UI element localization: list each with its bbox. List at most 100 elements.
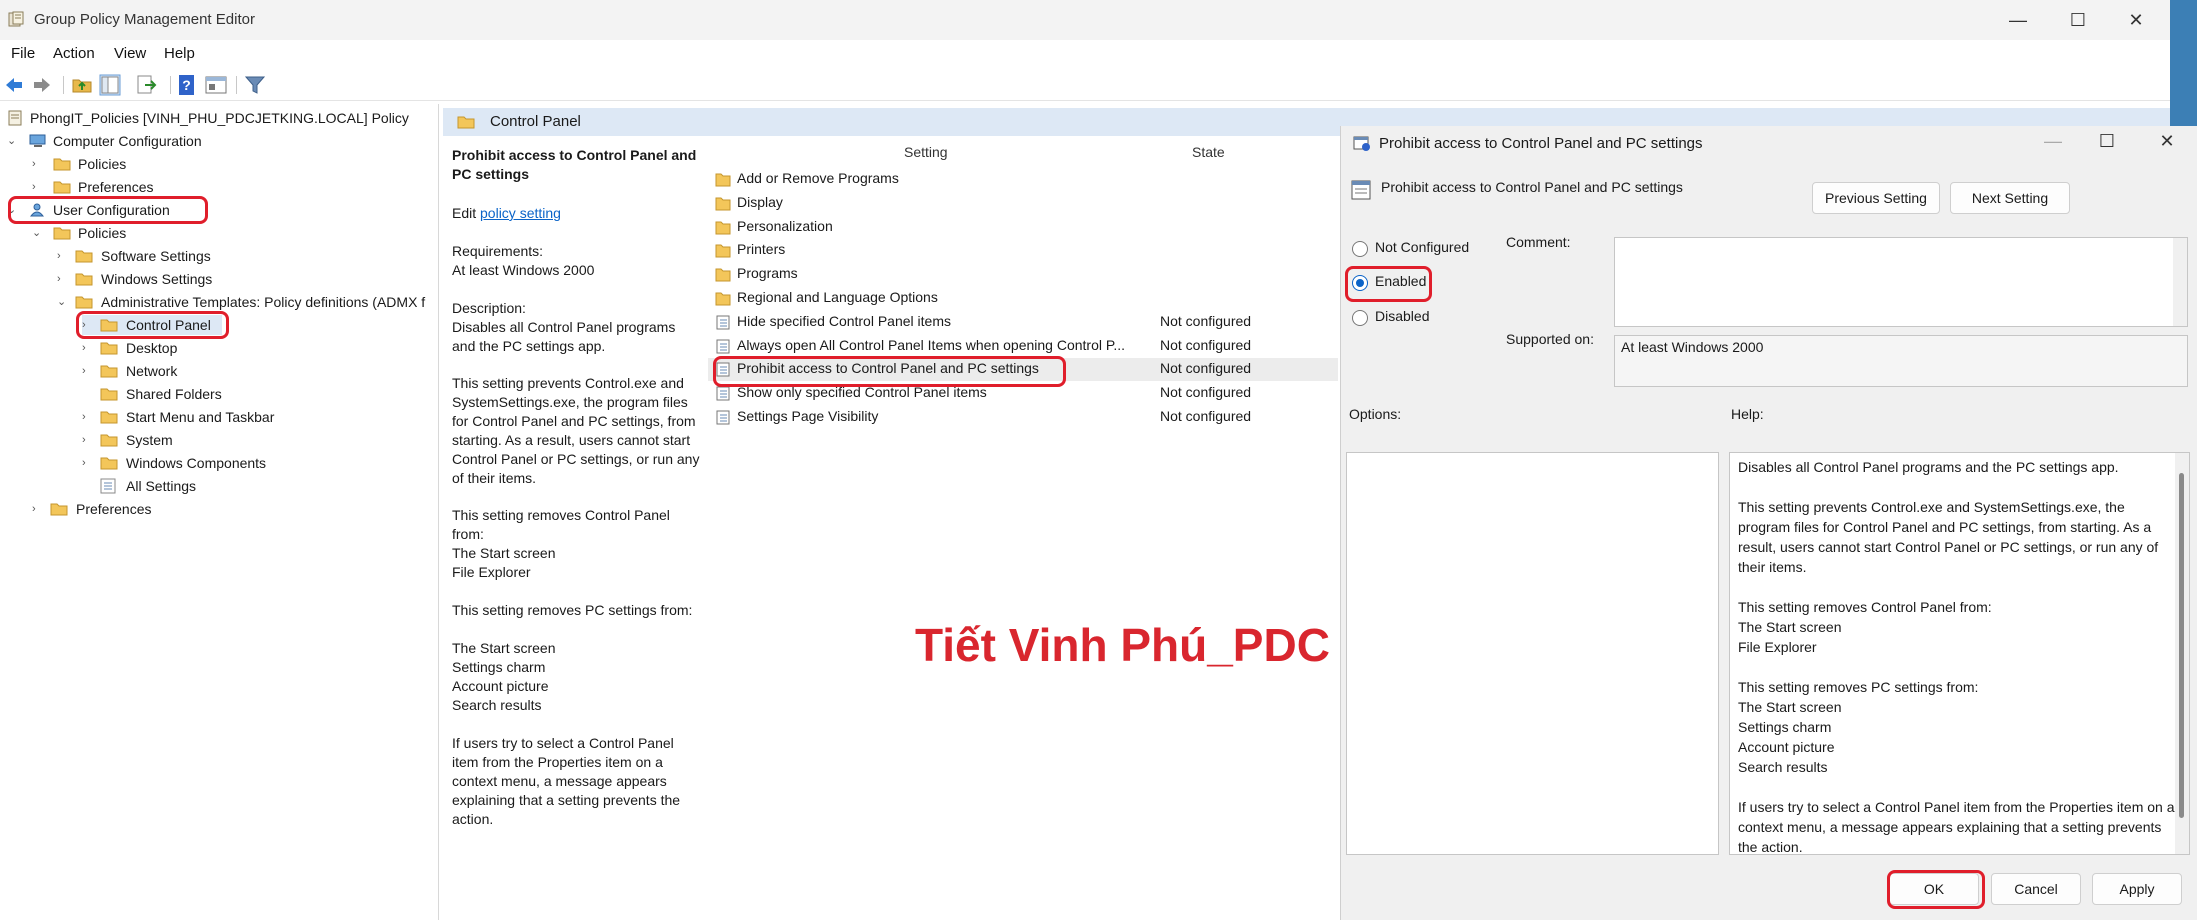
- dialog-maximize-button[interactable]: ☐: [2095, 129, 2119, 153]
- list-item[interactable]: Programs: [708, 263, 1338, 286]
- tree-software-settings[interactable]: › Software Settings: [57, 246, 307, 266]
- list-item[interactable]: Printers: [708, 239, 1338, 262]
- tree-uc-preferences[interactable]: › Preferences: [32, 499, 232, 519]
- chevron-right-icon[interactable]: ›: [57, 246, 69, 266]
- apply-button[interactable]: Apply: [2092, 873, 2182, 905]
- chevron-right-icon[interactable]: ›: [32, 154, 44, 174]
- chevron-right-icon[interactable]: ›: [82, 407, 94, 427]
- minimize-button[interactable]: —: [2006, 8, 2030, 32]
- help-scrollbar[interactable]: [2175, 453, 2189, 854]
- group-policy-app-icon: [8, 11, 24, 27]
- chevron-down-icon[interactable]: ⌄: [32, 223, 44, 243]
- folder-open-icon: [53, 227, 71, 240]
- previous-setting-button[interactable]: Previous Setting: [1812, 182, 1940, 214]
- radio-not-configured[interactable]: [1352, 241, 1368, 257]
- folder-open-icon: [457, 116, 475, 129]
- list-item[interactable]: Personalization: [708, 216, 1338, 239]
- description-line: Search results: [452, 697, 542, 713]
- tree-user-configuration[interactable]: ⌄ User Configuration: [7, 200, 207, 220]
- chevron-right-icon[interactable]: ›: [82, 430, 94, 450]
- list-item[interactable]: Regional and Language Options: [708, 287, 1338, 310]
- radio-disabled[interactable]: [1352, 310, 1368, 326]
- chevron-right-icon[interactable]: ›: [82, 453, 94, 473]
- maximize-button[interactable]: ☐: [2066, 8, 2090, 32]
- up-folder-icon[interactable]: [71, 74, 93, 96]
- tree-windows-components[interactable]: › Windows Components: [82, 453, 332, 473]
- list-item[interactable]: Prohibit access to Control Panel and PC …: [708, 358, 1338, 382]
- folder-open-icon: [75, 296, 93, 309]
- help-icon[interactable]: ?: [176, 74, 198, 96]
- tree-uc-policies[interactable]: ⌄ Policies: [32, 223, 232, 243]
- list-item[interactable]: Hide specified Control Panel items Not co…: [708, 311, 1338, 334]
- tree-network[interactable]: › Network: [82, 361, 332, 381]
- list-item[interactable]: Add or Remove Programs: [708, 168, 1338, 191]
- extended-description-panel: Prohibit access to Control Panel and PC …: [443, 136, 708, 920]
- menu-action[interactable]: Action: [53, 45, 95, 62]
- list-item[interactable]: Always open All Control Panel Items when…: [708, 335, 1338, 358]
- list-item[interactable]: Settings Page Visibility Not configured: [708, 406, 1338, 429]
- description-line: Settings charm: [452, 659, 546, 675]
- menu-view[interactable]: View: [114, 45, 146, 62]
- chevron-down-icon[interactable]: ⌄: [57, 292, 69, 312]
- policy-setting-link[interactable]: policy setting: [480, 205, 561, 221]
- ok-button[interactable]: OK: [1889, 873, 1979, 905]
- list-item-name: Printers: [737, 241, 786, 258]
- forward-arrow-icon[interactable]: [31, 74, 53, 96]
- tree-all-settings[interactable]: All Settings: [82, 476, 332, 496]
- chevron-right-icon[interactable]: ›: [32, 177, 44, 197]
- column-header-state[interactable]: State: [1192, 144, 1225, 160]
- tree-cc-preferences[interactable]: › Preferences: [32, 177, 232, 197]
- chevron-right-icon[interactable]: ›: [57, 269, 69, 289]
- list-item[interactable]: Show only specified Control Panel items N…: [708, 382, 1338, 405]
- menu-file[interactable]: File: [11, 45, 35, 62]
- settings-list: Setting State Add or Remove Programs Disp…: [708, 136, 1338, 920]
- chevron-right-icon[interactable]: ›: [32, 499, 44, 519]
- description-line: File Explorer: [452, 564, 531, 580]
- folder-icon: [100, 434, 118, 447]
- tree-start-menu[interactable]: › Start Menu and Taskbar: [82, 407, 332, 427]
- chevron-right-icon[interactable]: ›: [82, 338, 94, 358]
- chevron-down-icon[interactable]: ⌄: [7, 131, 19, 151]
- filter-icon[interactable]: [244, 74, 266, 96]
- list-item[interactable]: Display: [708, 192, 1338, 215]
- help-label: Help:: [1731, 406, 1764, 422]
- comment-scrollbar[interactable]: [2173, 238, 2187, 326]
- help-scrollbar-thumb[interactable]: [2179, 473, 2184, 818]
- tree-cc-policies[interactable]: › Policies: [32, 154, 232, 174]
- tree-administrative-templates[interactable]: ⌄ Administrative Templates: Policy defin…: [57, 292, 437, 312]
- folder-icon: [75, 273, 93, 286]
- chevron-right-icon[interactable]: ›: [82, 315, 94, 335]
- tree-computer-configuration[interactable]: ⌄ Computer Configuration: [7, 131, 307, 151]
- properties-view-icon[interactable]: [205, 74, 227, 96]
- tree-root[interactable]: PhongIT_Policies [VINH_PHU_PDCJETKING.LO…: [7, 108, 437, 128]
- policy-setting-icon: [716, 315, 730, 330]
- dialog-close-button[interactable]: ✕: [2155, 129, 2179, 153]
- next-setting-button[interactable]: Next Setting: [1950, 182, 2070, 214]
- toolbar: ?: [0, 70, 2170, 101]
- radio-enabled[interactable]: [1352, 275, 1368, 291]
- list-item-name: Display: [737, 193, 783, 210]
- tree-desktop[interactable]: › Desktop: [82, 338, 332, 358]
- show-hide-tree-icon[interactable]: [99, 74, 121, 96]
- folder-icon: [50, 503, 68, 516]
- export-list-icon[interactable]: [135, 74, 157, 96]
- menu-help[interactable]: Help: [164, 45, 195, 62]
- tree-label: Windows Settings: [101, 271, 213, 287]
- tree-system[interactable]: › System: [82, 430, 332, 450]
- comment-textarea[interactable]: [1614, 237, 2188, 327]
- description-line: Account picture: [452, 678, 549, 694]
- chevron-down-icon[interactable]: ⌄: [7, 200, 19, 220]
- folder-icon: [100, 457, 118, 470]
- close-button[interactable]: ✕: [2124, 8, 2148, 32]
- cancel-button[interactable]: Cancel: [1991, 873, 2081, 905]
- column-header-setting[interactable]: Setting: [904, 144, 948, 160]
- tree-shared-folders[interactable]: Shared Folders: [82, 384, 332, 404]
- policy-setting-icon: [716, 339, 730, 354]
- chevron-right-icon[interactable]: ›: [82, 361, 94, 381]
- tree-windows-settings[interactable]: › Windows Settings: [57, 269, 307, 289]
- list-item-name: Show only specified Control Panel items: [737, 384, 987, 401]
- back-arrow-icon[interactable]: [3, 74, 25, 96]
- dialog-minimize-button[interactable]: —: [2041, 129, 2065, 153]
- tree-control-panel[interactable]: › Control Panel: [82, 315, 222, 335]
- toolbar-separator: [170, 76, 171, 94]
